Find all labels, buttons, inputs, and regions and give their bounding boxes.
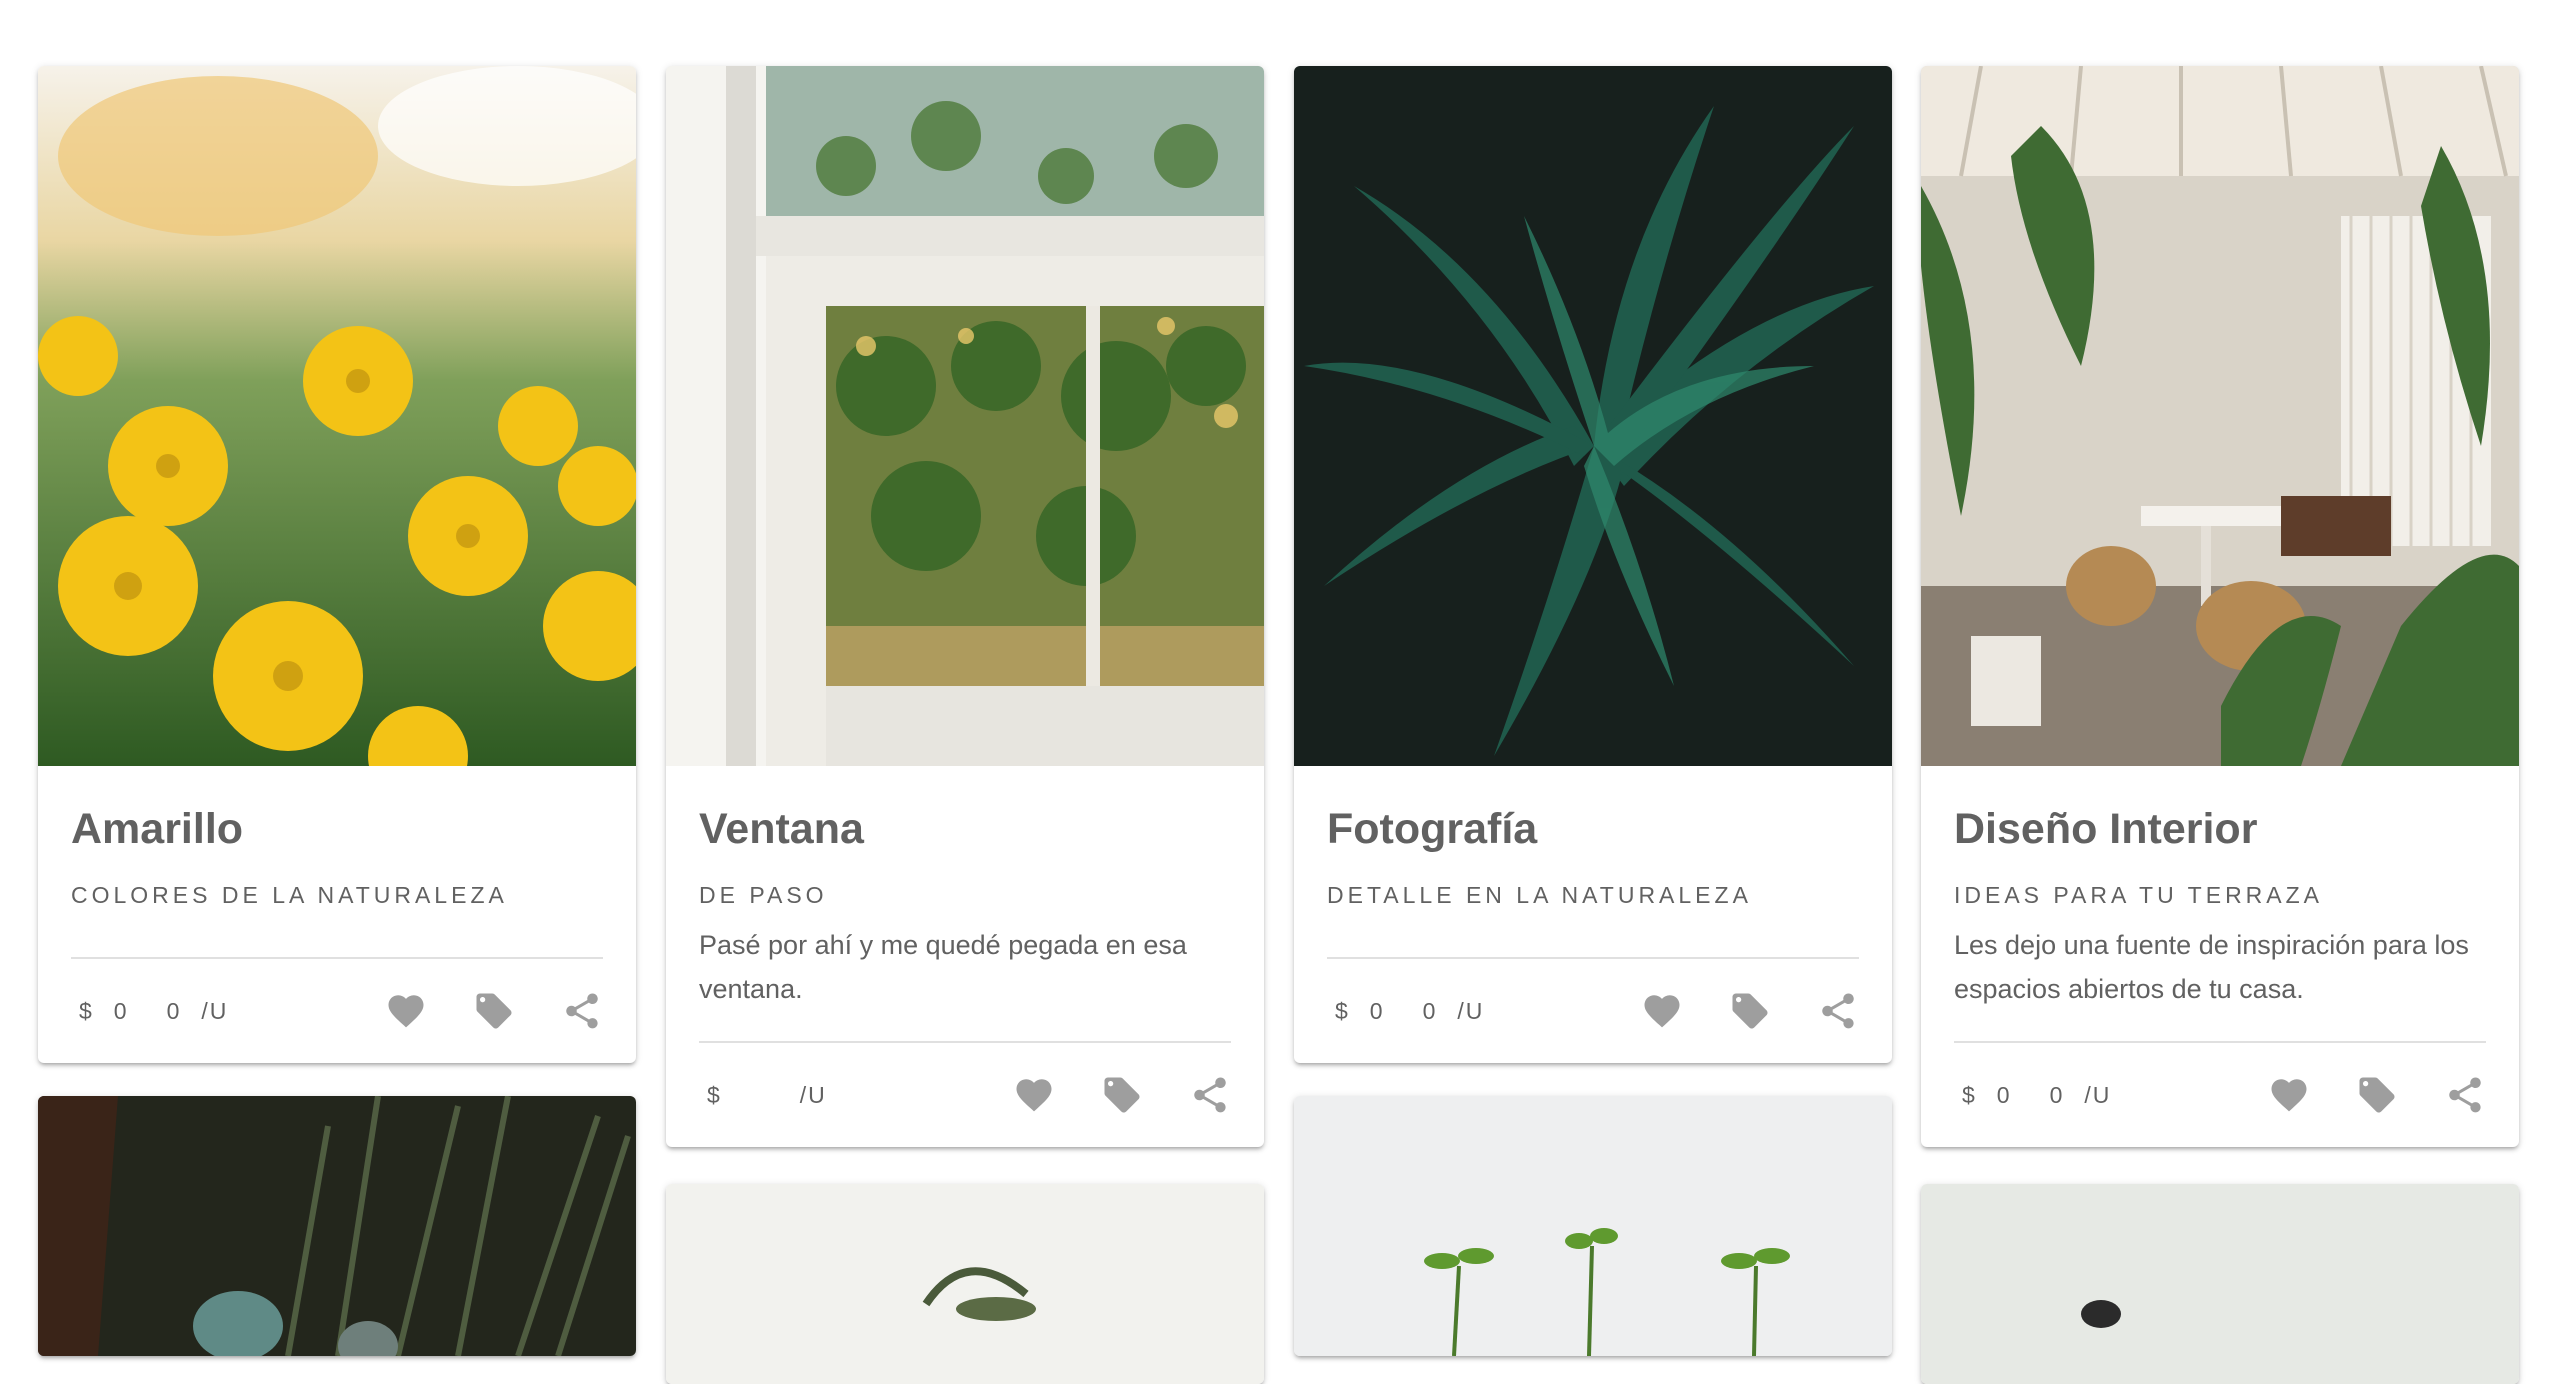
price-info: $ 0 0 /U [79,998,228,1025]
share-icon[interactable] [561,990,603,1032]
card-image-terrace[interactable] [1921,66,2519,766]
price-currency: $ [707,1081,722,1108]
card-ventana[interactable]: Ventana DE PASO Pasé por ahí y me quedé … [666,66,1264,1148]
price-amount: 0 [1369,997,1385,1024]
card-subtitle: DE PASO [699,881,828,908]
card-subtitle: COLORES DE LA NATURALEZA [71,881,508,908]
card-actions: $ /U [699,1043,1231,1147]
price-qty: 0 [2049,1081,2065,1108]
tag-icon[interactable] [1729,990,1771,1032]
card-fotografia[interactable]: Fotografía DETALLE EN LA NATURALEZA $ 0 … [1294,66,1892,1064]
price-info: $ /U [707,1082,827,1109]
price-currency: $ [79,997,94,1024]
card-subtitle: IDEAS PARA TU TERRAZA [1954,881,2324,908]
card-description: Les dejo una fuente de inspiración para … [1954,930,2469,1005]
price-info: $ 0 0 /U [1962,1082,2111,1109]
price-unit: /U [201,997,229,1024]
card-image-portrait[interactable] [1921,1184,2519,1384]
card-image-dark-leaves[interactable] [1294,66,1892,766]
card-image-yellow-flowers[interactable] [38,66,636,766]
tag-icon[interactable] [473,990,515,1032]
card-title: Amarillo [71,805,244,853]
card-title: Fotografía [1327,805,1538,853]
price-info: $ 0 0 /U [1335,998,1484,1025]
card-sprouts[interactable] [1294,1096,1892,1356]
card-amarillo[interactable]: Amarillo COLORES DE LA NATURALEZA $ 0 0 … [38,66,636,1064]
cards-grid: Amarillo COLORES DE LA NATURALEZA $ 0 0 … [0,0,2554,1384]
card-actions: $ 0 0 /U [1954,1043,2486,1147]
price-qty: 0 [166,997,182,1024]
card-image-sprouts[interactable] [1294,1096,1892,1356]
heart-icon[interactable] [385,990,427,1032]
price-qty: 0 [1422,997,1438,1024]
share-icon[interactable] [1817,990,1859,1032]
card-actions: $ 0 0 /U [71,959,603,1063]
card-succulents[interactable] [38,1096,636,1356]
price-currency: $ [1335,997,1350,1024]
card-image-window-plants[interactable] [666,66,1264,766]
card-diseno-interior[interactable]: Diseño Interior IDEAS PARA TU TERRAZA Le… [1921,66,2519,1148]
heart-icon[interactable] [1641,990,1683,1032]
card-title: Diseño Interior [1954,805,2258,853]
price-unit: /U [799,1081,827,1108]
heart-icon[interactable] [1013,1074,1055,1116]
price-amount [742,1082,760,1109]
tag-icon[interactable] [1101,1074,1143,1116]
card-actions: $ 0 0 /U [1327,959,1859,1063]
card-subtitle: DETALLE EN LA NATURALEZA [1327,881,1752,908]
share-icon[interactable] [1189,1074,1231,1116]
price-amount: 0 [113,997,129,1024]
card-description: Pasé por ahí y me quedé pegada en esa ve… [699,930,1187,1005]
card-image-plant-pot[interactable] [666,1184,1264,1384]
share-icon[interactable] [2444,1074,2486,1116]
price-currency: $ [1962,1081,1977,1108]
card-portrait[interactable] [1921,1184,2519,1384]
card-image-succulents[interactable] [38,1096,636,1356]
heart-icon[interactable] [2268,1074,2310,1116]
price-unit: /U [1457,997,1485,1024]
tag-icon[interactable] [2356,1074,2398,1116]
price-amount: 0 [1996,1081,2012,1108]
card-plant-pot[interactable] [666,1184,1264,1384]
price-unit: /U [2084,1081,2112,1108]
card-title: Ventana [699,805,864,853]
